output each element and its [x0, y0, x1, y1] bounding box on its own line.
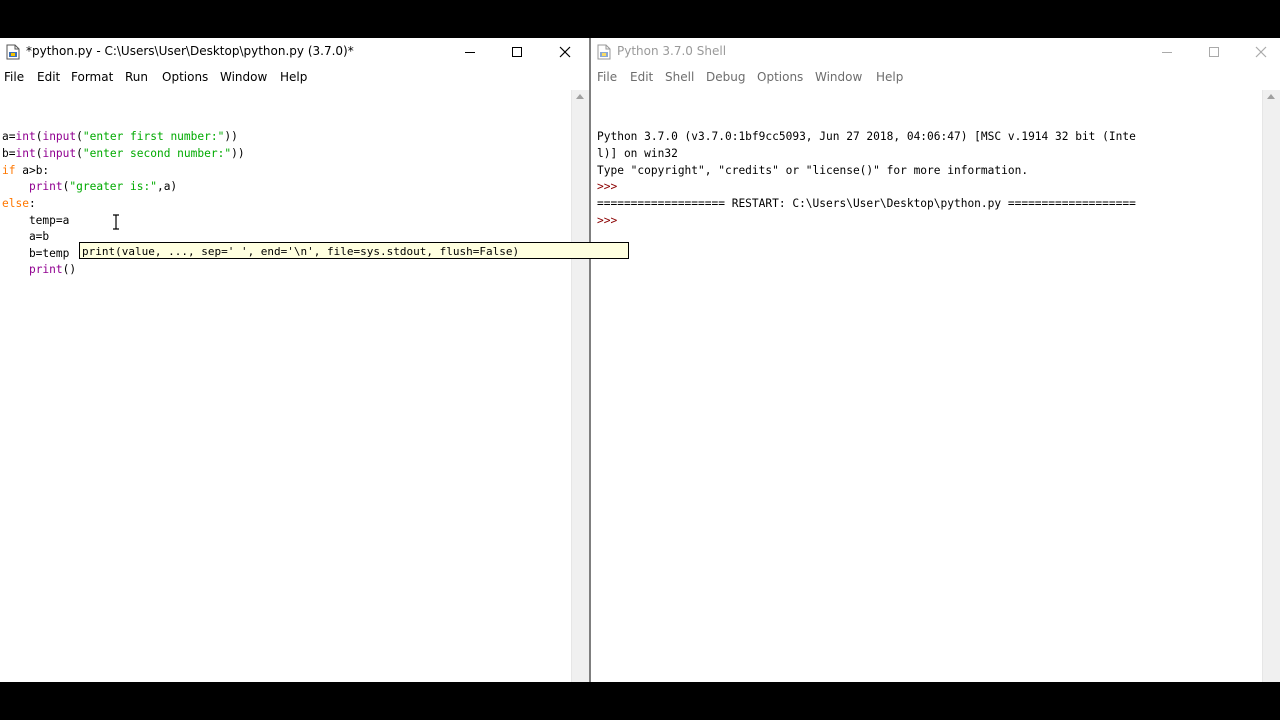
code-line: a=int(input("enter first number:")) [2, 130, 238, 143]
maximize-icon [512, 47, 522, 57]
editor-close-button[interactable] [542, 38, 588, 66]
shell-titlebar[interactable]: Python 3.7.0 Shell [591, 38, 1280, 66]
shell-title: Python 3.7.0 Shell [617, 44, 727, 58]
shell-output-line: Type "copyright", "credits" or "license(… [597, 164, 1029, 177]
python-shell-icon [597, 44, 611, 60]
close-icon [559, 46, 571, 58]
menu-window[interactable]: Window [220, 70, 267, 84]
editor-titlebar[interactable]: *python.py - C:\Users\User\Desktop\pytho… [0, 38, 589, 66]
shell-output-line: l)] on win32 [597, 147, 678, 160]
shell-prompt: >>> [597, 180, 624, 193]
code-line: temp=a [2, 214, 70, 227]
shell-menubar: File Edit Shell Debug Options Window Hel… [591, 66, 1280, 88]
shell-maximize-button[interactable] [1191, 38, 1237, 66]
calltip: print(value, ..., sep=' ', end='\n', fil… [79, 242, 629, 259]
close-icon [1255, 46, 1267, 58]
editor-menubar: File Edit Format Run Options Window Help [0, 66, 589, 88]
text-cursor-icon [113, 214, 119, 230]
minimize-icon [1162, 52, 1172, 53]
menu-edit[interactable]: Edit [630, 70, 653, 84]
code-line: print() [28, 263, 77, 276]
shell-prompt: >>> [597, 214, 624, 227]
code-line: b=temp [2, 247, 70, 260]
minimize-icon [465, 52, 475, 53]
menu-run[interactable]: Run [125, 70, 148, 84]
menu-file[interactable]: File [4, 70, 24, 84]
menu-format[interactable]: Format [71, 70, 113, 84]
scroll-up-arrow-icon[interactable] [576, 94, 584, 99]
scroll-up-arrow-icon[interactable] [1267, 94, 1275, 99]
menu-help[interactable]: Help [280, 70, 307, 84]
code-line: print("greater is:",a) [28, 180, 178, 193]
maximize-icon [1209, 47, 1219, 57]
editor-window: *python.py - C:\Users\User\Desktop\pytho… [0, 38, 589, 682]
shell-close-button[interactable] [1238, 38, 1280, 66]
code-line: else: [2, 197, 36, 210]
shell-output-line: Python 3.7.0 (v3.7.0:1bf9cc5093, Jun 27 … [597, 130, 1136, 143]
shell-text-area[interactable]: Python 3.7.0 (v3.7.0:1bf9cc5093, Jun 27 … [591, 90, 1262, 682]
shell-scrollbar[interactable] [1262, 90, 1280, 682]
menu-edit[interactable]: Edit [37, 70, 60, 84]
editor-minimize-button[interactable] [447, 38, 493, 66]
shell-restart-line: =================== RESTART: C:\Users\Us… [597, 197, 1136, 210]
editor-scrollbar[interactable] [571, 90, 589, 682]
menu-help[interactable]: Help [876, 70, 903, 84]
menu-options[interactable]: Options [757, 70, 803, 84]
code-line: a=b [2, 230, 50, 243]
shell-window: Python 3.7.0 Shell File Edit Shell Debug… [591, 38, 1280, 682]
idle-file-icon [6, 44, 20, 60]
shell-minimize-button[interactable] [1144, 38, 1190, 66]
menu-debug[interactable]: Debug [706, 70, 745, 84]
editor-maximize-button[interactable] [494, 38, 540, 66]
menu-options[interactable]: Options [162, 70, 208, 84]
menu-window[interactable]: Window [815, 70, 862, 84]
menu-file[interactable]: File [597, 70, 617, 84]
code-line: b=int(input("enter second number:")) [2, 147, 245, 160]
editor-text-area[interactable]: a=int(input("enter first number:")) b=in… [0, 90, 571, 682]
code-line: if a>b: [2, 164, 50, 177]
editor-title: *python.py - C:\Users\User\Desktop\pytho… [26, 44, 354, 58]
menu-shell[interactable]: Shell [665, 70, 694, 84]
